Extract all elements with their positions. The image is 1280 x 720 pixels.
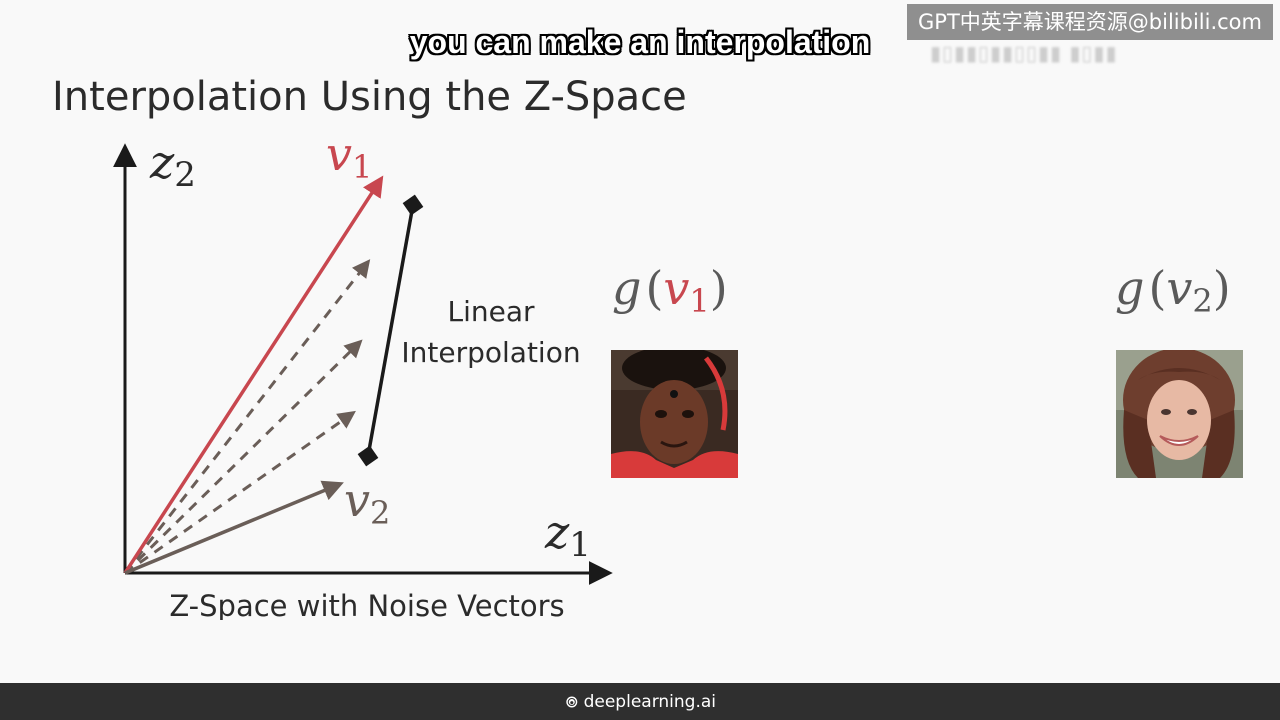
output-label-v2: g(v2) <box>1115 261 1231 320</box>
footer-brand-text: deeplearning.ai <box>583 692 716 712</box>
dashed-vector-1 <box>123 259 371 574</box>
interpolation-label-line1: Linear <box>447 295 535 328</box>
footer-bar: deeplearning.ai <box>0 683 1280 720</box>
y-axis-label: z2 <box>149 135 196 195</box>
generated-face-v2 <box>1116 350 1243 478</box>
interpolation-segment <box>357 194 424 467</box>
generated-face-v1 <box>611 350 738 478</box>
slide-title: Interpolation Using the Z-Space <box>52 74 687 120</box>
vector-v2-label: v2 <box>344 473 390 532</box>
dashed-vectors <box>123 259 371 575</box>
dashed-vector-2 <box>123 339 363 575</box>
vector-v1 <box>123 175 384 574</box>
x-axis-label: z1 <box>544 505 591 565</box>
deeplearning-logo-icon <box>566 696 578 708</box>
output-label-v1: g(v1) <box>612 261 728 320</box>
vector-v1-label: v1 <box>326 130 372 186</box>
interpolation-label-line2: Interpolation <box>401 336 580 369</box>
video-subtitle: you can make an interpolation <box>409 24 871 60</box>
diagram-caption: Z-Space with Noise Vectors <box>169 589 564 620</box>
footer-brand: deeplearning.ai <box>566 692 716 712</box>
